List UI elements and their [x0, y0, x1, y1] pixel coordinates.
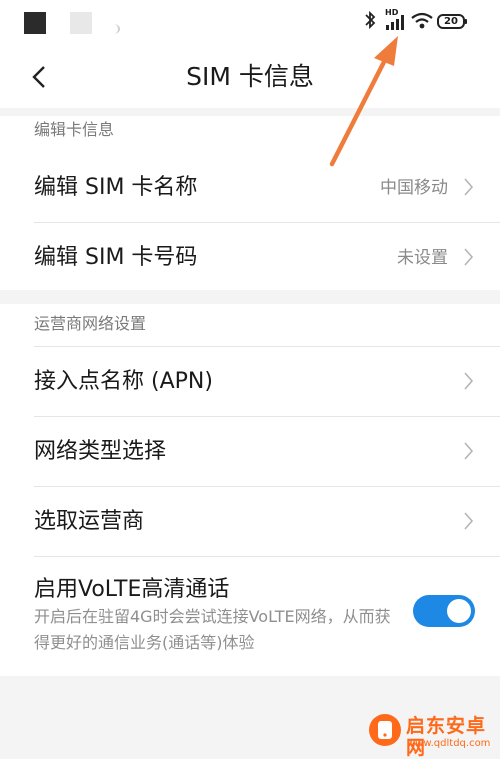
status-bar: HD 20 [0, 0, 500, 48]
volte-toggle[interactable] [413, 595, 475, 627]
list-item-label: 网络类型选择 [34, 439, 167, 464]
volte-description: 开启后在驻留4G时会尝试连接VoLTE网络，从而获得更好的通信业务(通话等)体验 [34, 607, 391, 652]
chevron-right-icon [464, 372, 474, 390]
edit-sim-name-item[interactable]: 编辑 SIM 卡名称 中国移动 [0, 152, 500, 222]
signal-icon [386, 15, 404, 30]
divider [34, 556, 500, 557]
notification-icon [24, 12, 46, 34]
battery-icon: 20 [437, 14, 467, 29]
apn-item[interactable]: 接入点名称 (APN) [0, 346, 500, 416]
page-title: SIM 卡信息 [186, 62, 314, 91]
section-title: 运营商网络设置 [34, 314, 147, 333]
battery-level: 20 [444, 16, 458, 27]
edit-sim-number-item[interactable]: 编辑 SIM 卡号码 未设置 [0, 222, 500, 292]
watermark-logo [369, 714, 401, 746]
list-item-label: 编辑 SIM 卡名称 [34, 175, 198, 200]
chevron-right-icon [464, 248, 474, 266]
notification-icon [108, 24, 120, 34]
section-title: 编辑卡信息 [34, 120, 115, 139]
chevron-right-icon [464, 442, 474, 460]
toggle-knob [447, 599, 471, 623]
list-item-label: 接入点名称 (APN) [34, 369, 213, 394]
watermark-text: 启东安卓网 [406, 715, 487, 759]
chevron-right-icon [464, 512, 474, 530]
volte-item[interactable]: 启用VoLTE高清通话 开启后在驻留4G时会尝试连接VoLTE网络，从而获得更好… [0, 574, 500, 668]
section-carrier-network: 运营商网络设置 接入点名称 (APN) 网络类型选择 选取运营商 启用VoLTE… [0, 304, 500, 676]
select-carrier-item[interactable]: 选取运营商 [0, 486, 500, 556]
list-item-label: 选取运营商 [34, 509, 145, 534]
network-type-item[interactable]: 网络类型选择 [0, 416, 500, 486]
list-item-value: 中国移动 [380, 178, 448, 198]
chevron-right-icon [464, 178, 474, 196]
list-item-value: 未设置 [397, 248, 448, 268]
watermark-url: www.qdltdq.com [407, 738, 491, 749]
wifi-icon [411, 12, 433, 29]
list-item-label: 编辑 SIM 卡号码 [34, 245, 198, 270]
section-edit-card: 编辑卡信息 编辑 SIM 卡名称 中国移动 编辑 SIM 卡号码 未设置 [0, 116, 500, 290]
notification-icon [70, 12, 92, 34]
volte-label: 启用VoLTE高清通话 [34, 577, 230, 602]
app-header: SIM 卡信息 [0, 48, 500, 108]
bluetooth-icon [365, 10, 376, 30]
